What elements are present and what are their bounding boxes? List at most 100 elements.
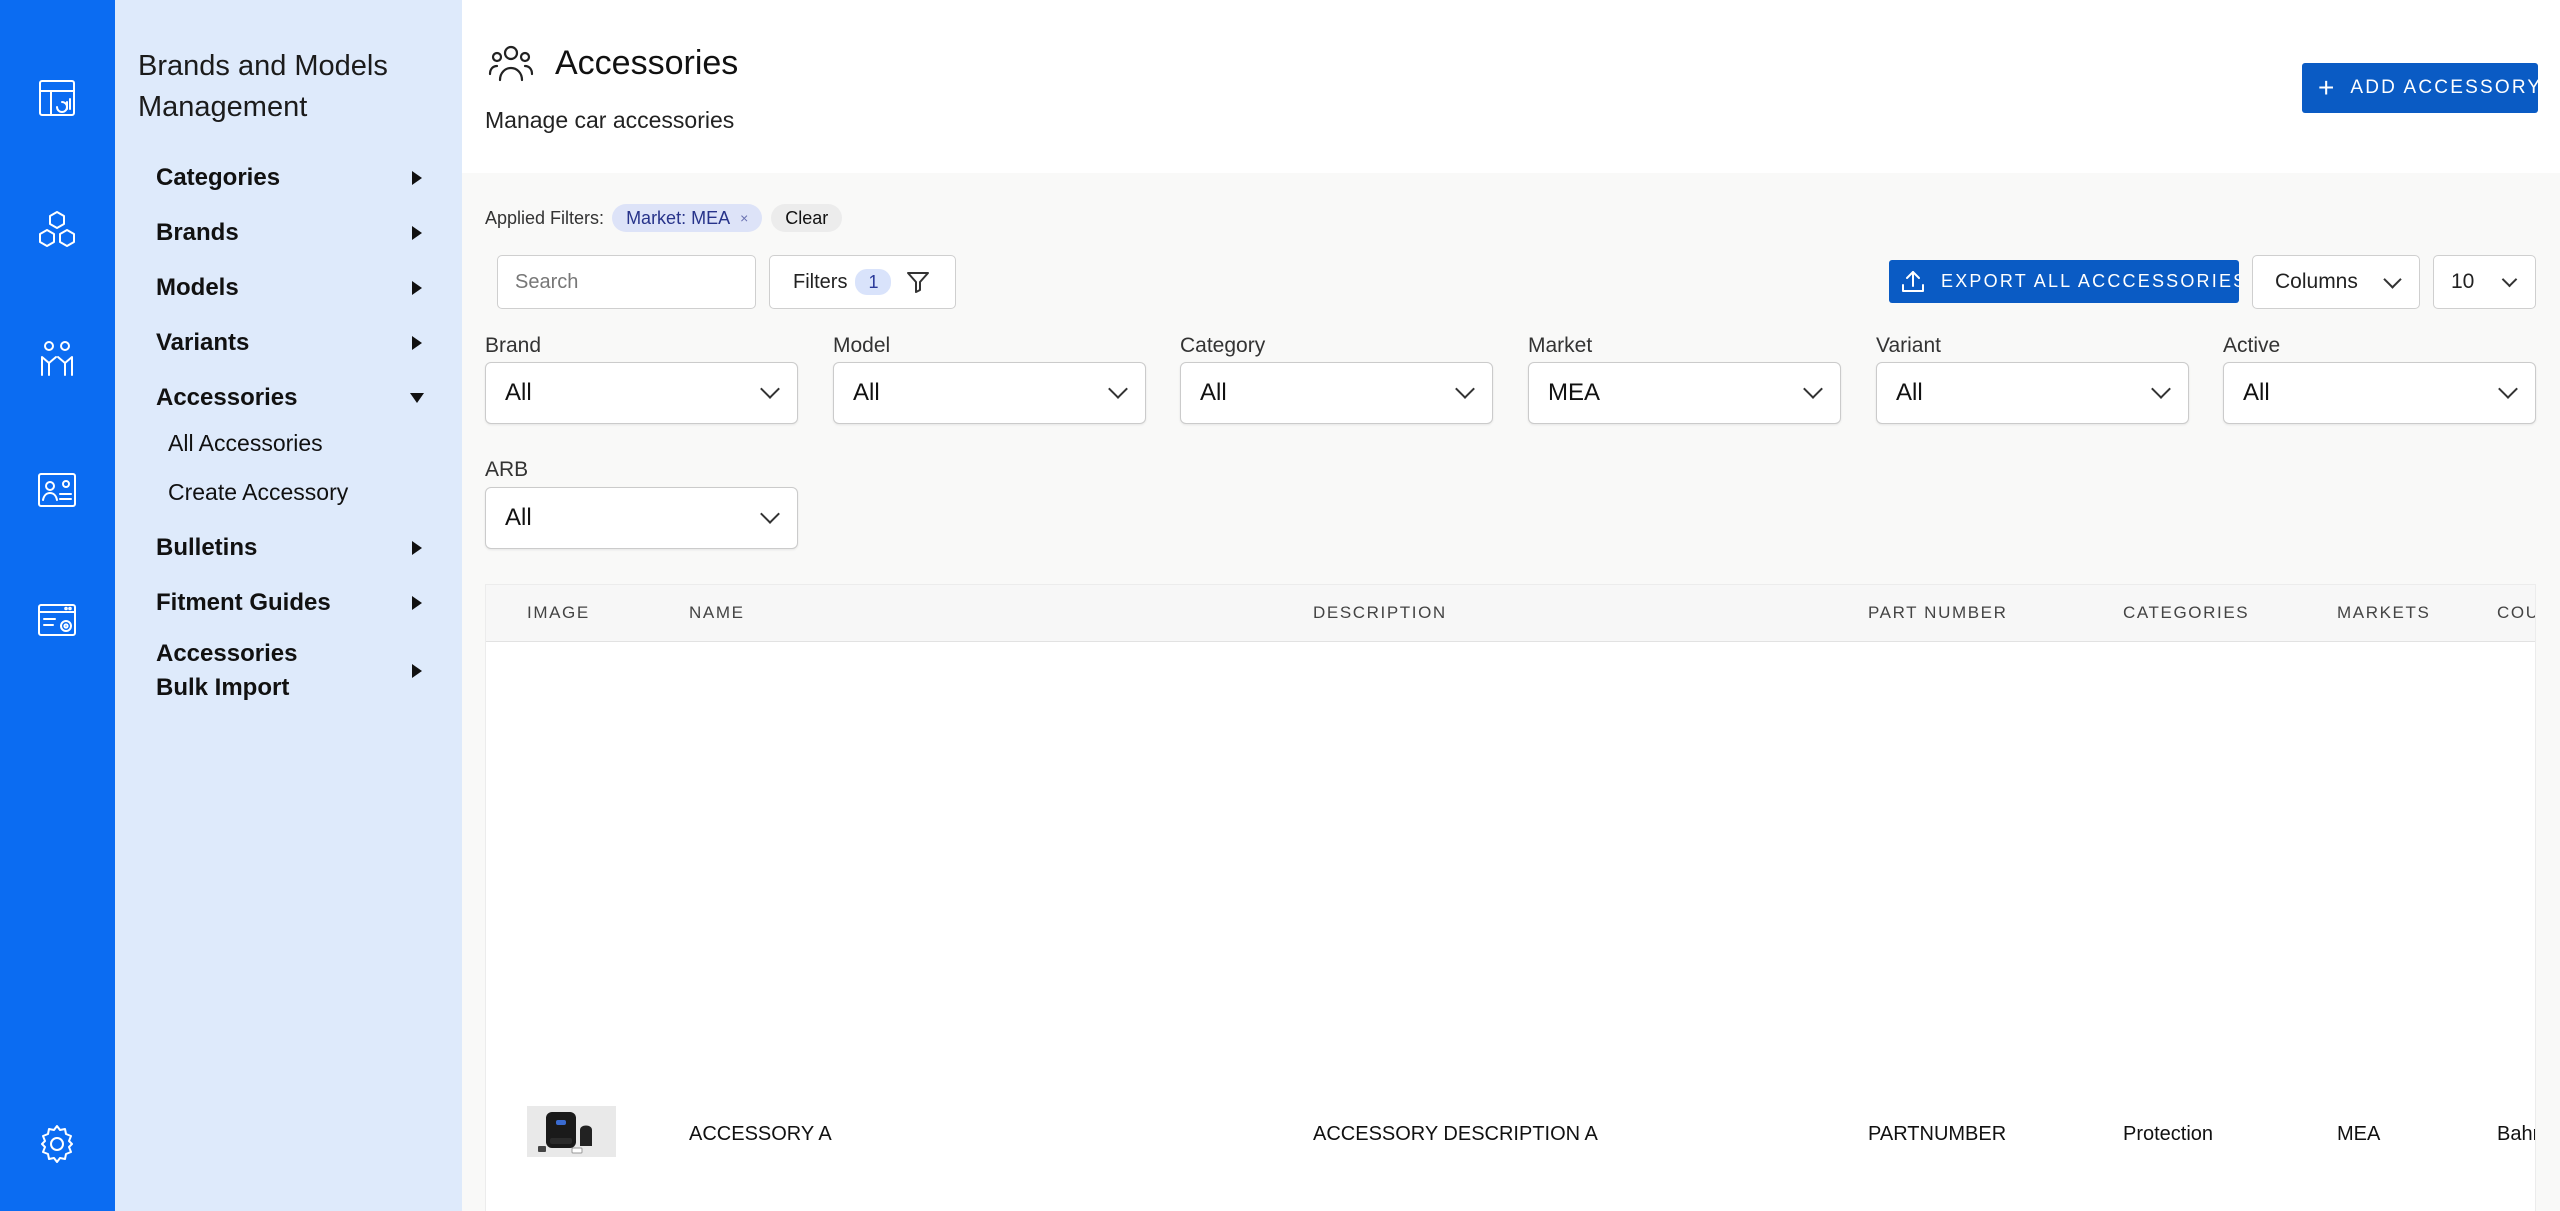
caret-right-icon: [412, 336, 422, 350]
page-size-select[interactable]: 10: [2433, 255, 2536, 309]
arb-filter-select[interactable]: All: [485, 487, 798, 549]
market-filter-select[interactable]: MEA: [1528, 362, 1841, 424]
column-header-image[interactable]: IMAGE: [527, 603, 590, 623]
variant-filter-value: All: [1896, 379, 1923, 406]
clear-filters-button[interactable]: Clear: [771, 204, 843, 232]
filters-button[interactable]: Filters 1: [769, 255, 956, 309]
chevron-down-icon: [2498, 379, 2518, 399]
cell-categories: Protection: [2123, 1123, 2214, 1145]
sidebar-item-label: Fitment Guides: [156, 589, 331, 616]
sidebar-item-label: Accessories Bulk Import: [156, 640, 298, 701]
accessories-table: IMAGE NAME DESCRIPTION PART NUMBER CATEG…: [485, 584, 2536, 1211]
caret-down-icon: [410, 393, 424, 403]
sidebar-item-bulletins[interactable]: Bulletins: [156, 526, 426, 570]
applied-filters-label: Applied Filters:: [485, 207, 605, 228]
window-settings-icon[interactable]: [29, 593, 85, 649]
variant-filter-select[interactable]: All: [1876, 362, 2189, 424]
page-title: Accessories: [555, 44, 739, 82]
brand-filter-select[interactable]: All: [485, 362, 798, 424]
upload-icon: [1902, 270, 1924, 292]
model-filter-select[interactable]: All: [833, 362, 1146, 424]
columns-dropdown[interactable]: Columns: [2252, 255, 2420, 309]
brand-filter-label: Brand: [485, 334, 542, 357]
sidebar-item-accessories-bulk-import[interactable]: Accessories Bulk Import: [156, 635, 426, 707]
sidebar-item-label: Brands: [156, 219, 239, 246]
column-header-categories[interactable]: CATEGORIES: [2123, 603, 2249, 623]
chevron-down-icon: [1803, 379, 1823, 399]
search-input[interactable]: [497, 255, 756, 309]
accessory-bag-icon: [537, 1111, 592, 1153]
chevron-down-icon: [1108, 379, 1128, 399]
hexagons-icon[interactable]: [29, 202, 85, 258]
plus-icon: +: [2318, 72, 2335, 103]
column-header-name[interactable]: NAME: [689, 603, 745, 623]
model-filter-label: Model: [833, 334, 891, 357]
close-icon[interactable]: ×: [740, 210, 748, 226]
category-filter-value: All: [1200, 379, 1227, 406]
sidebar-item-variants[interactable]: Variants: [156, 321, 426, 365]
column-header-part-number[interactable]: PART NUMBER: [1868, 603, 2007, 623]
page-subtitle: Manage car accessories: [485, 107, 735, 133]
dashboard-icon[interactable]: [29, 70, 85, 126]
settings-icon[interactable]: [29, 1116, 85, 1172]
page-header: Accessories Manage car accessories + ADD…: [462, 0, 2560, 173]
sidebar-item-label: Categories: [156, 164, 281, 191]
cell-name: ACCESSORY A: [689, 1123, 832, 1145]
caret-right-icon: [412, 541, 422, 555]
applied-filters: Applied Filters: Market: MEA × Clear: [485, 204, 843, 232]
users-group-icon: [488, 40, 534, 86]
chevron-down-icon: [2502, 271, 2518, 287]
user-settings-icon[interactable]: [29, 462, 85, 518]
cell-country: Bahr: [2497, 1123, 2536, 1145]
sidebar-item-label: Bulletins: [156, 534, 258, 561]
active-filter-value: All: [2243, 379, 2270, 406]
sidebar-item-label: Accessories: [156, 384, 298, 411]
users-icon[interactable]: [29, 331, 85, 387]
caret-right-icon: [412, 226, 422, 240]
sidebar-item-fitment-guides[interactable]: Fitment Guides: [156, 581, 426, 625]
cell-part-number: PARTNUMBER: [1868, 1123, 2007, 1145]
sidebar-item-categories[interactable]: Categories: [156, 156, 426, 200]
caret-right-icon: [412, 664, 422, 678]
cell-description: ACCESSORY DESCRIPTION A: [1313, 1123, 1598, 1145]
active-filter-label: Active: [2223, 334, 2281, 357]
icon-rail: [0, 0, 115, 1211]
table-header: IMAGE NAME DESCRIPTION PART NUMBER CATEG…: [486, 585, 2535, 642]
chevron-down-icon: [760, 504, 780, 524]
filter-chip-market[interactable]: Market: MEA ×: [612, 204, 763, 232]
table-row[interactable]: ACCESSORY A ACCESSORY DESCRIPTION A PART…: [486, 1085, 2535, 1185]
accessory-thumbnail: [527, 1106, 616, 1157]
chevron-down-icon: [760, 379, 780, 399]
funnel-icon: [907, 272, 930, 293]
filters-count-badge: 1: [855, 269, 892, 295]
category-filter-select[interactable]: All: [1180, 362, 1493, 424]
sidebar-subitem-create-accessory[interactable]: Create Accessory: [168, 476, 348, 508]
export-all-label: EXPORT ALL ACCCESSORIES: [1941, 271, 2239, 291]
sidebar: Brands and Models Management Categories …: [115, 0, 462, 1211]
sidebar-item-models[interactable]: Models: [156, 266, 426, 310]
column-header-markets[interactable]: MARKETS: [2337, 603, 2430, 623]
chevron-down-icon: [1455, 379, 1475, 399]
market-filter-label: Market: [1528, 334, 1593, 357]
model-filter-value: All: [853, 379, 880, 406]
arb-filter-label: ARB: [485, 458, 529, 481]
export-all-button[interactable]: EXPORT ALL ACCCESSORIES: [1889, 260, 2239, 303]
column-header-country[interactable]: COU: [2497, 603, 2535, 623]
columns-label: Columns: [2275, 270, 2358, 293]
sidebar-subitem-all-accessories[interactable]: All Accessories: [168, 427, 323, 459]
column-header-description[interactable]: DESCRIPTION: [1313, 603, 1447, 623]
chevron-down-icon: [2383, 269, 2402, 289]
caret-right-icon: [412, 171, 422, 185]
arb-filter-value: All: [505, 504, 532, 531]
chevron-down-icon: [2151, 379, 2171, 399]
sidebar-item-brands[interactable]: Brands: [156, 211, 426, 255]
active-filter-select[interactable]: All: [2223, 362, 2536, 424]
filter-chip-label: Market: MEA: [626, 207, 731, 228]
add-accessory-label: ADD ACCESSORY: [2350, 77, 2538, 98]
sidebar-item-label: Models: [156, 274, 239, 301]
category-filter-label: Category: [1180, 334, 1266, 357]
market-filter-value: MEA: [1548, 379, 1601, 406]
variant-filter-label: Variant: [1876, 334, 1941, 357]
add-accessory-button[interactable]: + ADD ACCESSORY: [2302, 63, 2538, 113]
sidebar-item-accessories[interactable]: Accessories: [156, 376, 426, 420]
